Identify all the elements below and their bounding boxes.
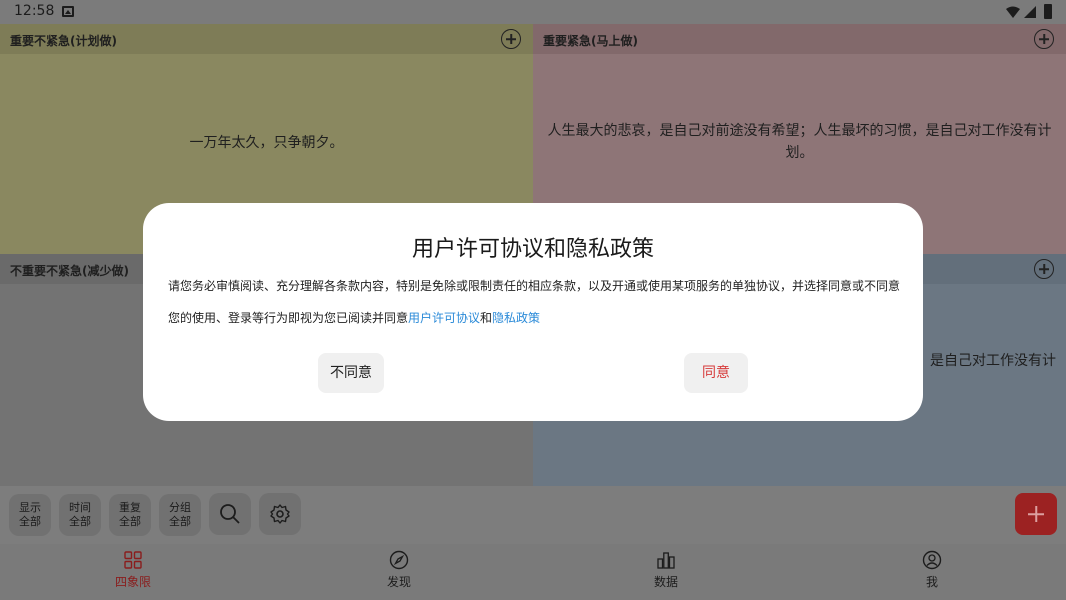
- user-agreement-link[interactable]: 用户许可协议: [408, 311, 480, 325]
- privacy-policy-link[interactable]: 隐私政策: [492, 311, 540, 325]
- consent-prefix: 您的使用、登录等行为即视为您已阅读并同意: [168, 311, 409, 325]
- dialog-consent-text: 您的使用、登录等行为即视为您已阅读并同意用户许可协议和隐私政策: [168, 309, 540, 326]
- disagree-button[interactable]: 不同意: [318, 353, 384, 393]
- consent-and: 和: [480, 311, 493, 325]
- agree-button[interactable]: 同意: [684, 353, 748, 393]
- dialog-body-text: 请您务必审慎阅读、充分理解各条款内容，特别是免除或限制责任的相应条款，以及开通或…: [168, 279, 901, 293]
- privacy-dialog: 用户许可协议和隐私政策 请您务必审慎阅读、充分理解各条款内容，特别是免除或限制责…: [143, 203, 923, 421]
- dialog-title: 用户许可协议和隐私政策: [411, 237, 654, 262]
